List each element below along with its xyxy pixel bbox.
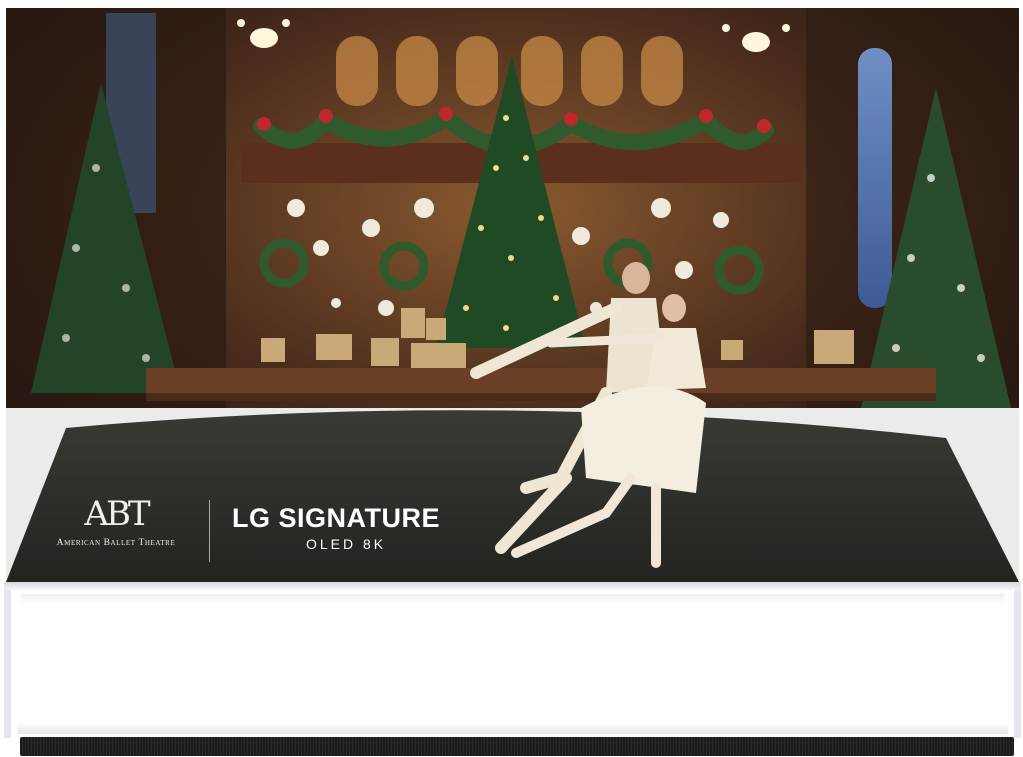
- tv-screen: ABT American Ballet Theatre LG SIGNATURE…: [6, 8, 1019, 582]
- tv: ABT American Ballet Theatre LG SIGNATURE…: [0, 0, 1023, 757]
- right-window: [858, 48, 892, 308]
- lg-model: OLED 8K: [306, 536, 387, 552]
- abt-monogram: ABT: [84, 494, 150, 534]
- speaker-bar: [20, 737, 1014, 756]
- abt-logo: ABT American Ballet Theatre: [36, 486, 196, 566]
- lg-signature-logo: LG SIGNATURE OLED 8K: [232, 502, 492, 562]
- abt-name: American Ballet Theatre: [56, 538, 176, 548]
- tv-stand: [4, 590, 1021, 738]
- lg-brand: LG SIGNATURE: [232, 503, 440, 533]
- logo-divider: [209, 500, 210, 562]
- logo-group: ABT American Ballet Theatre LG SIGNATURE…: [36, 486, 496, 566]
- tv-frame-bottom: [4, 582, 1021, 590]
- stand-inner-top: [21, 594, 1004, 604]
- stand-inner-bottom: [17, 722, 1008, 734]
